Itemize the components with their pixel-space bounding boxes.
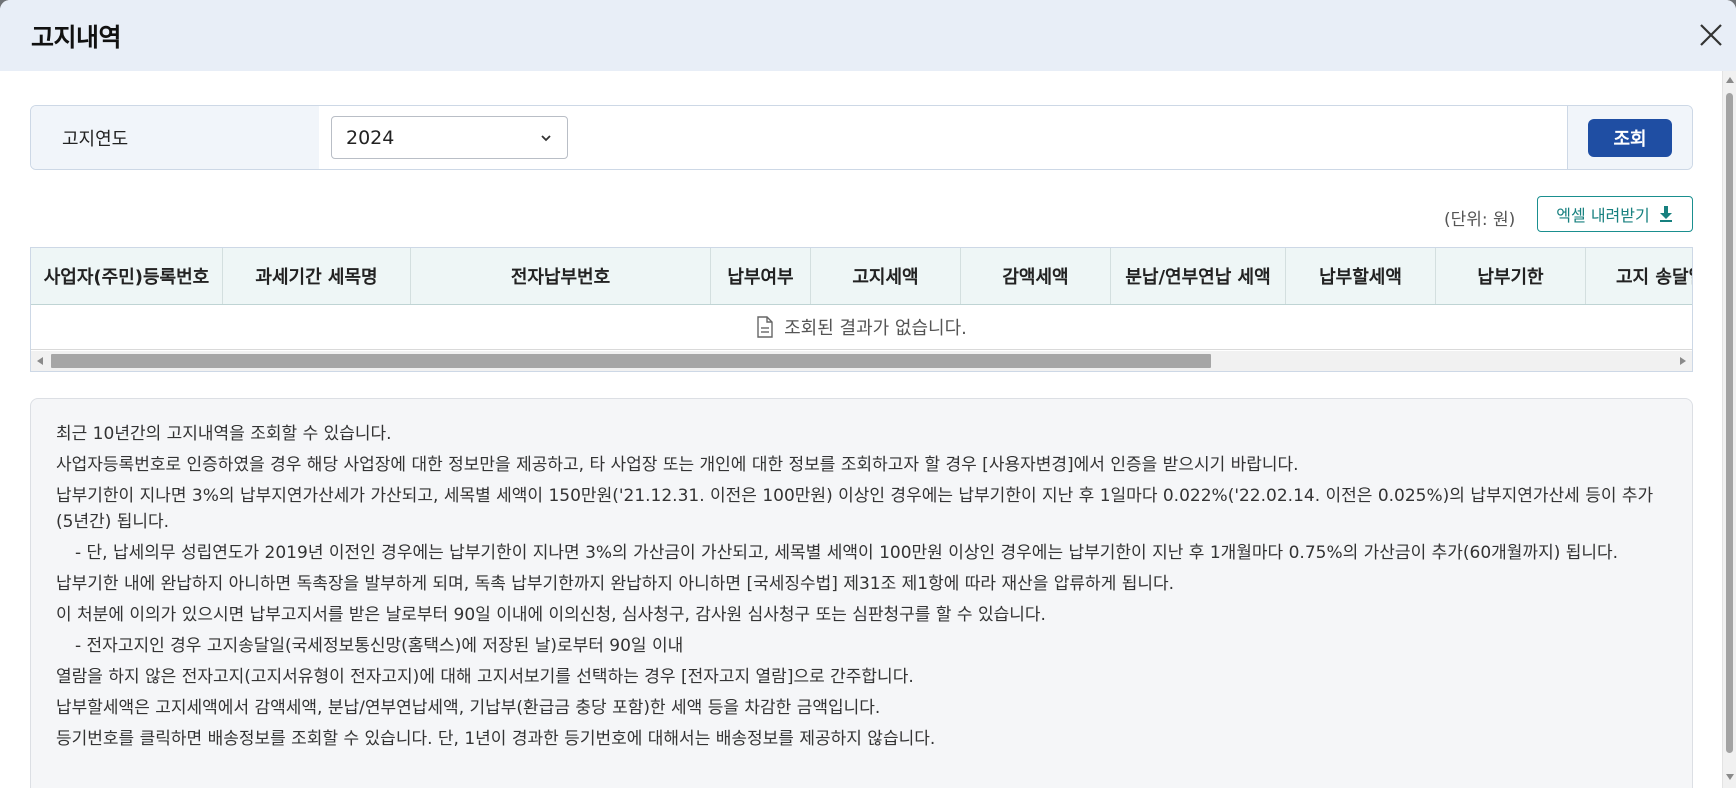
column-header[interactable]: 납부할세액 [1286,248,1436,304]
year-select[interactable]: 2024 [331,116,568,159]
modal-title: 고지내역 [31,22,122,52]
empty-result-row: 조회된 결과가 없습니다. [31,305,1692,350]
guide-note: 납부기한이 지나면 3%의 납부지연가산세가 가산되고, 세목별 세액이 150… [56,486,1654,532]
column-header[interactable]: 전자납부번호 [411,248,711,304]
year-label: 고지연도 [31,106,319,169]
guide-note: 최근 10년간의 고지내역을 조회할 수 있습니다. [56,424,392,444]
scroll-right-arrow-icon[interactable] [1680,357,1686,365]
year-select-value: 2024 [346,126,395,149]
column-header[interactable]: 분납/연부연납 세액 [1111,248,1286,304]
guide-note: 이 처분에 이의가 있으시면 납부고지서를 받은 날로부터 90일 이내에 이의… [56,605,1046,625]
column-header[interactable]: 사업자(주민)등록번호 [31,248,223,304]
column-header[interactable]: 과세기간 세목명 [223,248,411,304]
notice-table: 사업자(주민)등록번호 과세기간 세목명 전자납부번호 납부여부 고지세액 감액… [30,247,1693,372]
document-icon [757,316,773,338]
table-header-row: 사업자(주민)등록번호 과세기간 세목명 전자납부번호 납부여부 고지세액 감액… [31,248,1692,305]
excel-download-label: 엑셀 내려받기 [1556,206,1650,225]
empty-result-message: 조회된 결과가 없습니다. [784,318,967,339]
guide-note: 사업자등록번호로 인증하였을 경우 해당 사업장에 대한 정보만을 제공하고, … [56,455,1299,475]
search-bar: 고지연도 2024 조회 [30,105,1693,170]
guide-note: 납부기한 내에 완납하지 아니하면 독촉장을 발부하게 되며, 독촉 납부기한까… [56,574,1175,594]
close-button[interactable] [1696,20,1726,50]
column-header[interactable]: 고지 송달일 [1586,248,1692,304]
excel-download-button[interactable]: 엑셀 내려받기 [1537,196,1693,232]
column-header[interactable]: 납부여부 [711,248,811,304]
search-button[interactable]: 조회 [1588,118,1672,157]
scroll-left-arrow-icon[interactable] [37,357,43,365]
column-header[interactable]: 감액세액 [961,248,1111,304]
unit-label: (단위: 원) [1444,210,1516,230]
scrollbar-thumb[interactable] [1726,93,1733,753]
notice-guide-box: 최근 10년간의 고지내역을 조회할 수 있습니다. 사업자등록번호로 인증하였… [30,398,1693,788]
horizontal-scrollbar-thumb[interactable] [51,354,1211,368]
scroll-up-arrow-icon[interactable] [1726,77,1734,83]
table-horizontal-scrollbar[interactable] [31,351,1692,371]
chevron-down-icon [541,134,551,141]
search-bar-spacer [568,106,1567,169]
column-header[interactable]: 고지세액 [811,248,961,304]
search-button-cell: 조회 [1567,106,1692,169]
guide-note: 등기번호를 클릭하면 배송정보를 조회할 수 있습니다. 단, 1년이 경과한 … [56,729,936,749]
modal-header: 고지내역 [0,0,1736,71]
close-icon [1700,24,1722,46]
guide-sub-note: - 단, 납세의무 성립연도가 2019년 이전인 경우에는 납부기한이 지나면… [75,543,1619,563]
guide-note: 열람을 하지 않은 전자고지(고지서유형이 전자고지)에 대해 고지서보기를 선… [56,667,914,687]
page-vertical-scrollbar[interactable] [1722,71,1736,788]
guide-sub-note: - 전자고지인 경우 고지송달일(국세정보통신망(홈택스)에 저장된 날)로부터… [75,636,684,656]
notice-history-modal: 고지내역 고지연도 2024 조회 (단위: 원) 엑셀 내려받기 사업자(주민… [0,0,1736,788]
scroll-down-arrow-icon[interactable] [1726,774,1734,780]
download-icon [1659,206,1672,222]
column-header[interactable]: 납부기한 [1436,248,1586,304]
guide-note: 납부할세액은 고지세액에서 감액세액, 분납/연부연납세액, 기납부(환급금 충… [56,698,881,718]
